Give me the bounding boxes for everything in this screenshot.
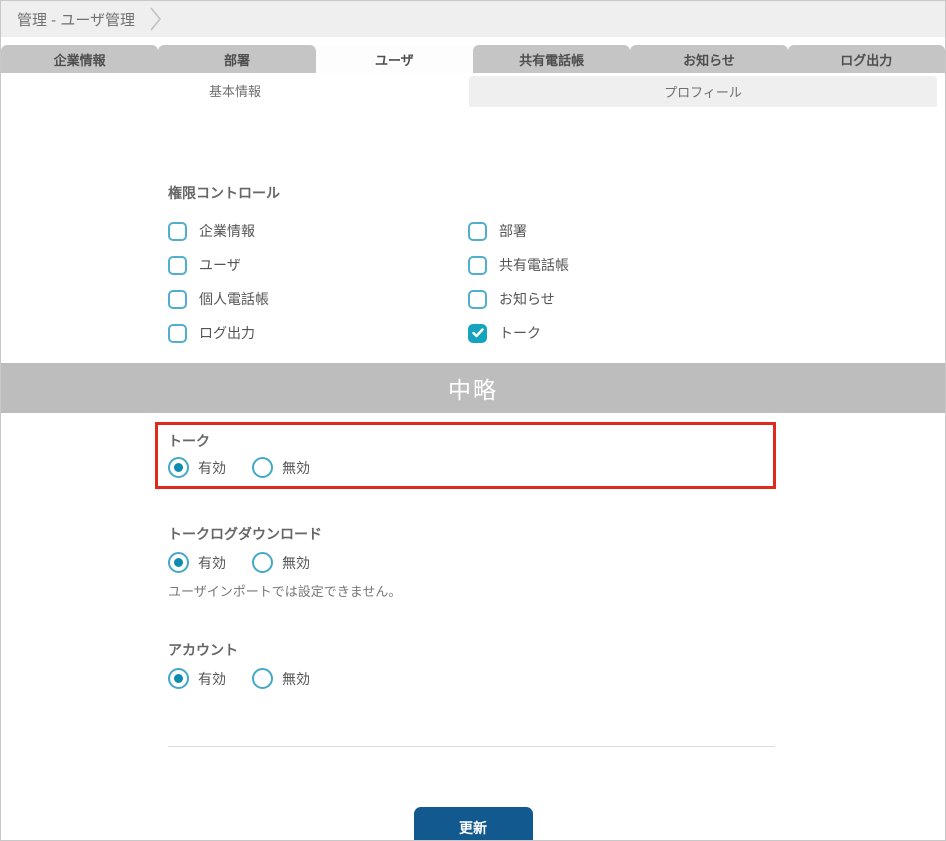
checkbox-label: ユーザ (199, 255, 241, 275)
talk-setting-highlighted: トーク 有効 無効 (155, 422, 776, 489)
radio-selected-icon (168, 668, 189, 689)
tab-company-info[interactable]: 企業情報 (1, 45, 158, 73)
talk-setting-title: トーク (168, 431, 773, 451)
talk-log-download-radio-disabled[interactable]: 無効 (252, 552, 310, 573)
main-tabs: 企業情報 部署 ユーザ 共有電話帳 お知らせ ログ出力 (1, 45, 945, 73)
subtab-profile[interactable]: プロフィール (469, 76, 937, 107)
update-button[interactable]: 更新 (414, 807, 533, 841)
talk-radio-enabled[interactable]: 有効 (168, 457, 226, 478)
checkbox-shared-phonebook[interactable]: 共有電話帳 (468, 255, 768, 275)
checkbox-box (468, 222, 487, 241)
checkbox-label: 共有電話帳 (499, 255, 569, 275)
radio-selected-icon (168, 457, 189, 478)
checkbox-box (168, 256, 187, 275)
radio-label: 無効 (282, 669, 310, 689)
checkbox-label: ログ出力 (199, 323, 255, 343)
permission-checkbox-grid: 企業情報 部署 ユーザ 共有電話帳 個人電話帳 お知らせ ログ出力 (168, 221, 945, 343)
permission-control-title: 権限コントロール (168, 183, 945, 203)
footer-divider (168, 746, 775, 747)
checkbox-label: お知らせ (499, 289, 555, 309)
checkbox-department[interactable]: 部署 (468, 221, 768, 241)
account-setting: アカウント 有効 無効 (168, 640, 945, 689)
radio-label: 有効 (198, 669, 226, 689)
radio-unselected-icon (252, 668, 273, 689)
checkbox-box (168, 324, 187, 343)
talk-log-download-note: ユーザインポートでは設定できません。 (168, 581, 945, 600)
sub-tabs: 基本情報 プロフィール (1, 73, 945, 107)
talk-log-download-setting: トークログダウンロード 有効 無効 ユーザインポートでは設定できません。 (168, 524, 945, 600)
talk-log-download-radio-group: 有効 無効 (168, 552, 945, 573)
checkbox-box-checked (468, 324, 487, 343)
checkbox-personal-phonebook[interactable]: 個人電話帳 (168, 289, 468, 309)
chevron-right-icon (149, 6, 162, 32)
subtab-basic-info[interactable]: 基本情報 (1, 73, 469, 107)
tab-shared-phonebook[interactable]: 共有電話帳 (473, 45, 630, 73)
account-radio-disabled[interactable]: 無効 (252, 668, 310, 689)
breadcrumb-label: 管理 - ユーザ管理 (17, 9, 135, 30)
checkbox-box (468, 256, 487, 275)
account-radio-group: 有効 無効 (168, 668, 945, 689)
checkbox-box (168, 222, 187, 241)
user-management-page: 管理 - ユーザ管理 企業情報 部署 ユーザ 共有電話帳 お知らせ ログ出力 基… (0, 0, 946, 841)
radio-label: 無効 (282, 458, 310, 478)
omitted-band: 中略 (1, 363, 945, 413)
radio-unselected-icon (252, 457, 273, 478)
checkbox-company-info[interactable]: 企業情報 (168, 221, 468, 241)
account-radio-enabled[interactable]: 有効 (168, 668, 226, 689)
radio-selected-icon (168, 552, 189, 573)
radio-label: 有効 (198, 458, 226, 478)
check-icon (472, 328, 484, 338)
tab-log-output[interactable]: ログ出力 (788, 45, 945, 73)
checkbox-label: トーク (499, 323, 541, 343)
talk-log-download-title: トークログダウンロード (168, 524, 945, 544)
checkbox-box (168, 290, 187, 309)
talk-log-download-radio-enabled[interactable]: 有効 (168, 552, 226, 573)
checkbox-label: 個人電話帳 (199, 289, 269, 309)
checkbox-user[interactable]: ユーザ (168, 255, 468, 275)
checkbox-talk[interactable]: トーク (468, 323, 768, 343)
checkbox-label: 企業情報 (199, 221, 255, 241)
tab-department[interactable]: 部署 (158, 45, 315, 73)
talk-radio-group: 有効 無効 (168, 457, 773, 478)
checkbox-notice[interactable]: お知らせ (468, 289, 768, 309)
checkbox-box (468, 290, 487, 309)
checkbox-log-output[interactable]: ログ出力 (168, 323, 468, 343)
radio-label: 無効 (282, 553, 310, 573)
radio-label: 有効 (198, 553, 226, 573)
account-setting-title: アカウント (168, 640, 945, 660)
omitted-band-label: 中略 (448, 371, 498, 405)
radio-unselected-icon (252, 552, 273, 573)
talk-radio-disabled[interactable]: 無効 (252, 457, 310, 478)
checkbox-label: 部署 (499, 221, 527, 241)
tab-notice[interactable]: お知らせ (630, 45, 787, 73)
breadcrumb[interactable]: 管理 - ユーザ管理 (1, 1, 945, 37)
tab-user[interactable]: ユーザ (316, 45, 473, 73)
